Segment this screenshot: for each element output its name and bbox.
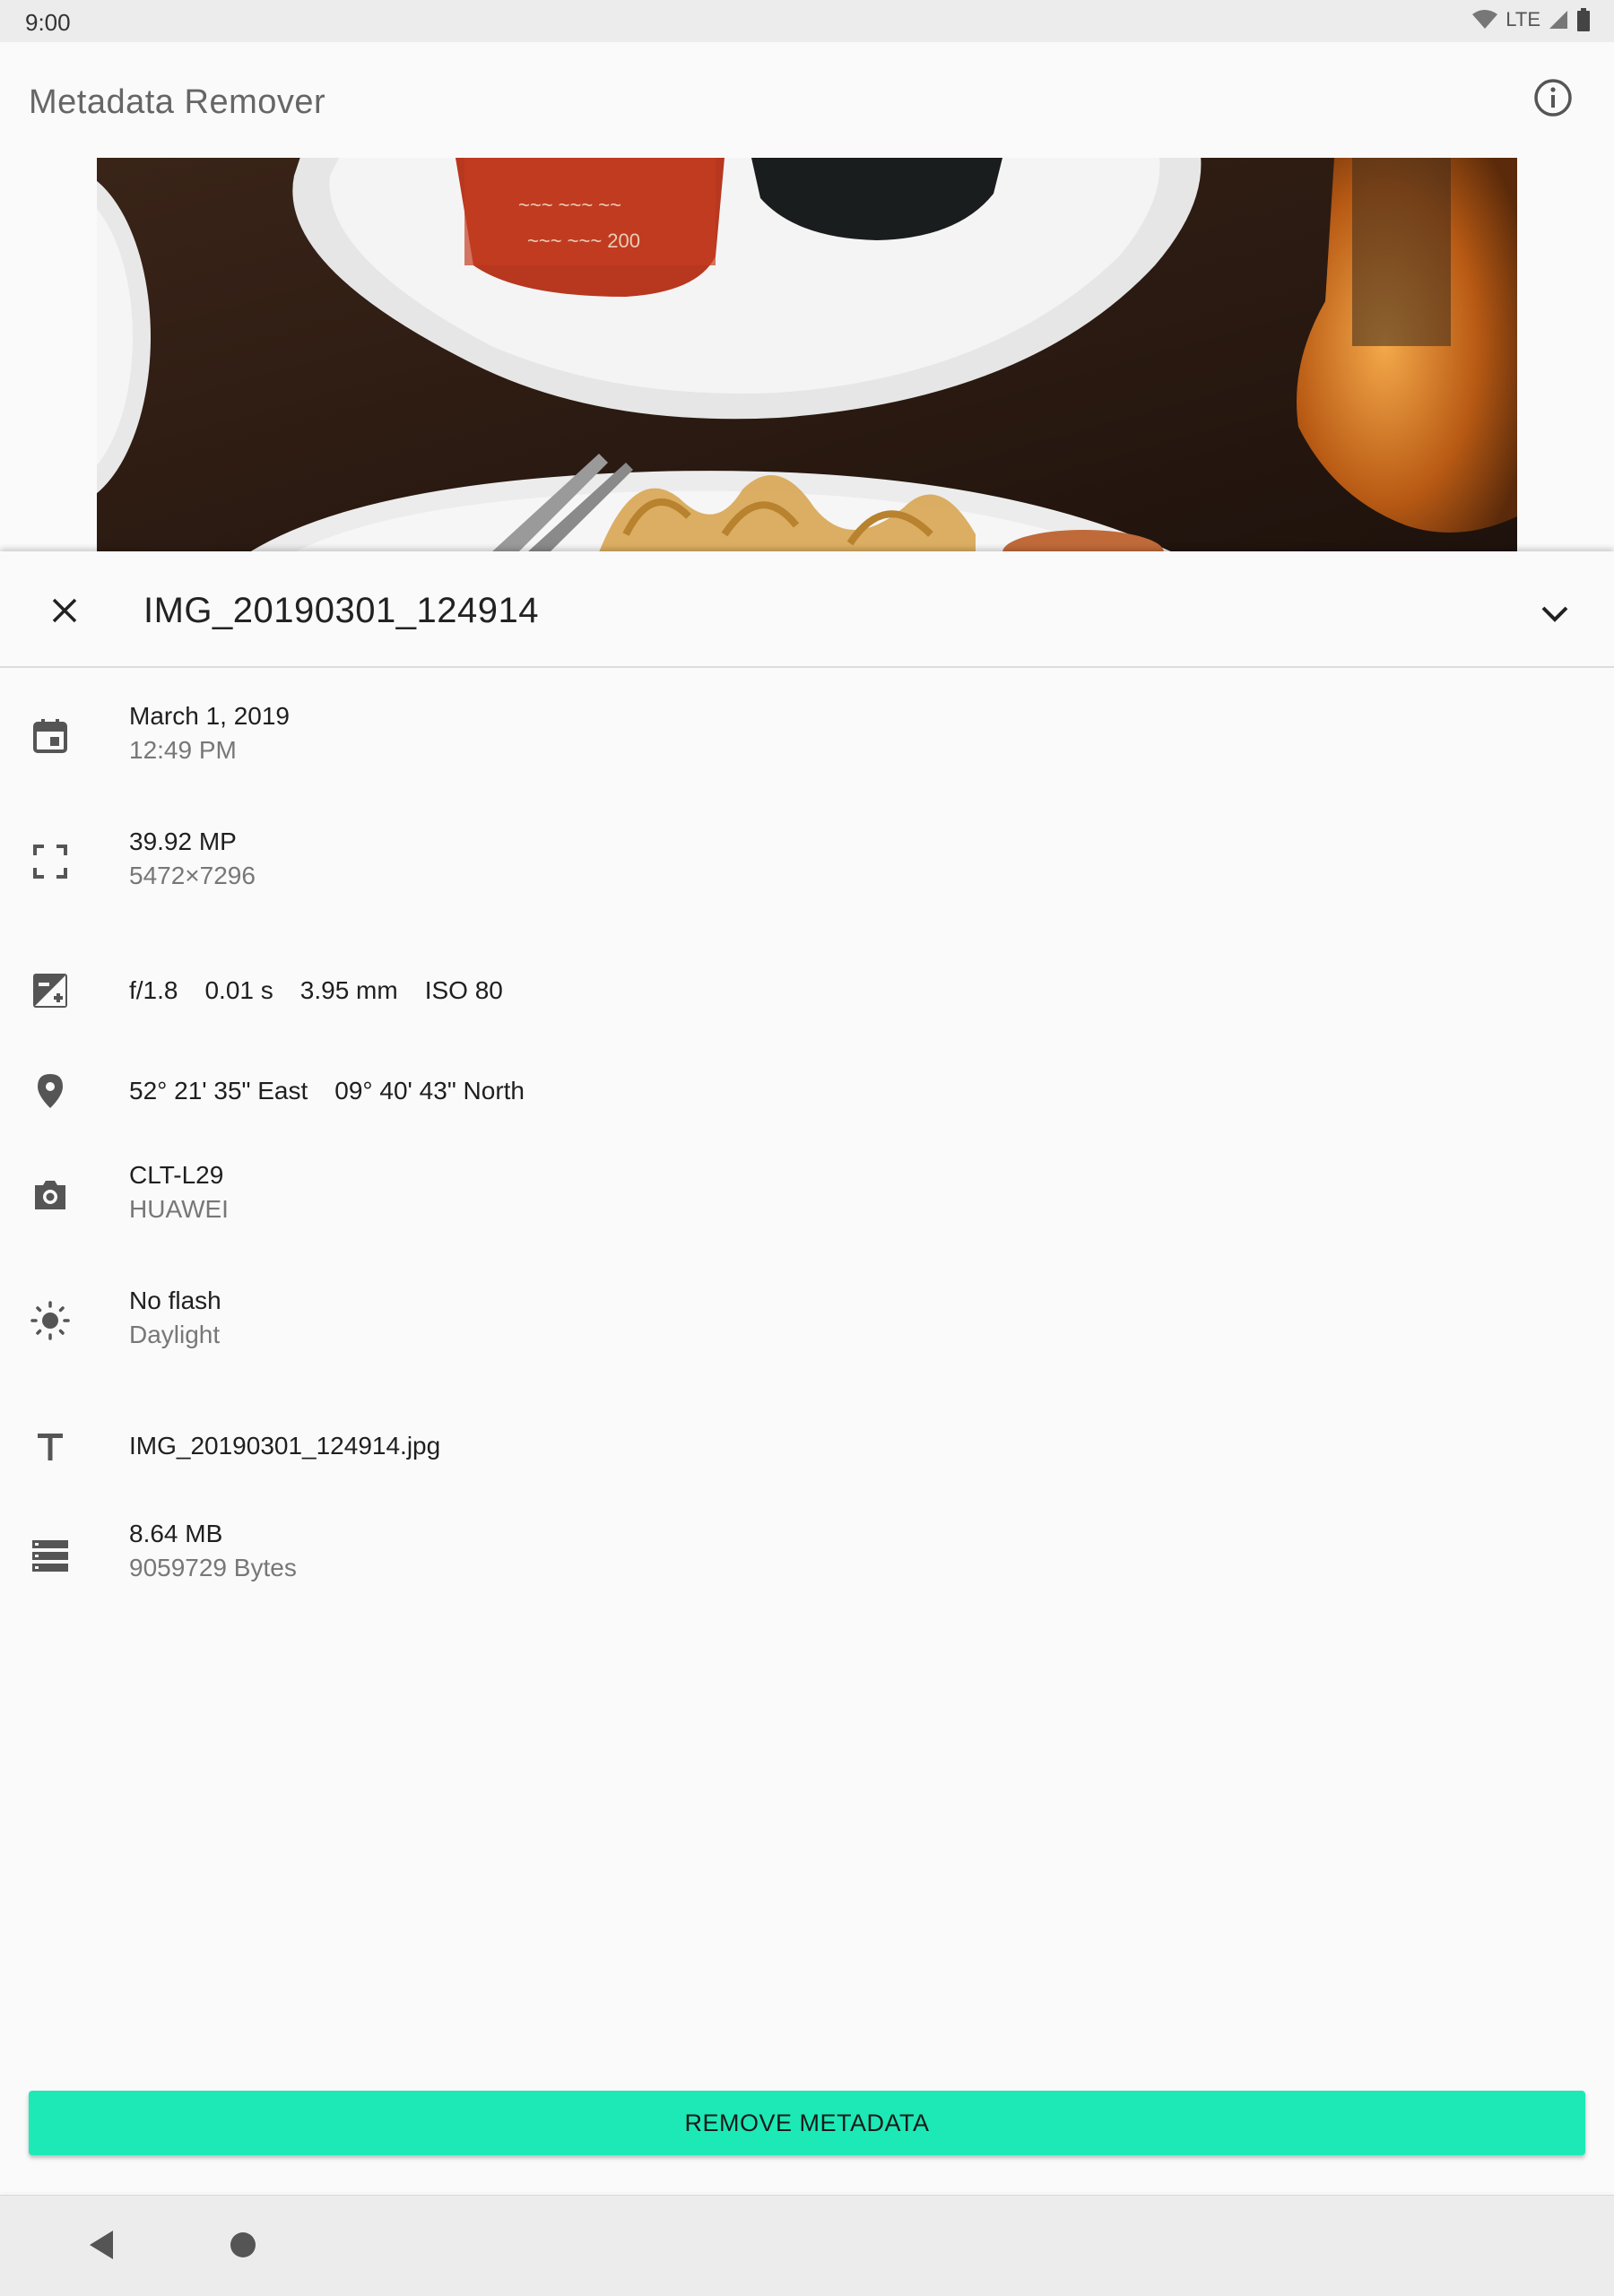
chevron-down-icon bbox=[1541, 606, 1568, 622]
status-bar: 9:00 LTE bbox=[0, 0, 1614, 42]
detail-row-resolution[interactable]: 39.92 MP 5472×7296 bbox=[0, 811, 1614, 919]
fullscreen-icon bbox=[25, 836, 75, 887]
app-bar: Metadata Remover bbox=[0, 42, 1614, 157]
megapixels-value: 39.92 MP bbox=[129, 827, 237, 855]
detail-row-exposure[interactable]: f/1.8 0.01 s 3.95 mm ISO 80 bbox=[0, 937, 1614, 1044]
detail-row-flash[interactable]: No flash Daylight bbox=[0, 1270, 1614, 1378]
latitude-value: 09° 40' 43" North bbox=[334, 1077, 525, 1105]
size-bytes-value: 9059729 Bytes bbox=[129, 1554, 297, 1581]
detail-row-camera[interactable]: CLT-L29 HUAWEI bbox=[0, 1145, 1614, 1252]
photo-preview[interactable]: ~~~ ~~~ ~~ ~~~ ~~~ 200 bbox=[97, 158, 1517, 552]
collapse-button[interactable] bbox=[1530, 589, 1580, 639]
sheet-title: IMG_20190301_124914 bbox=[143, 591, 539, 630]
close-icon bbox=[52, 598, 77, 623]
remove-metadata-button[interactable]: REMOVE METADATA bbox=[29, 2091, 1585, 2155]
status-time: 9:00 bbox=[25, 9, 71, 36]
nav-home-button[interactable] bbox=[221, 2222, 265, 2267]
home-circle-icon bbox=[230, 2232, 256, 2257]
battery-icon bbox=[1577, 8, 1590, 31]
signal-icon bbox=[1549, 11, 1567, 29]
detail-row-filename[interactable]: IMG_20190301_124914.jpg bbox=[0, 1396, 1614, 1503]
camera-icon bbox=[25, 1170, 75, 1220]
size-mb-value: 8.64 MB bbox=[129, 1520, 223, 1547]
svg-text:~~~ ~~~ ~~: ~~~ ~~~ ~~ bbox=[518, 194, 621, 216]
nav-back-button[interactable] bbox=[79, 2222, 124, 2267]
camera-make-value: HUAWEI bbox=[129, 1195, 229, 1223]
filename-value: IMG_20190301_124914.jpg bbox=[129, 1432, 441, 1460]
date-value: March 1, 2019 bbox=[129, 702, 290, 730]
time-value: 12:49 PM bbox=[129, 736, 237, 764]
back-triangle-icon bbox=[90, 2231, 113, 2259]
white-balance-value: Daylight bbox=[129, 1321, 221, 1348]
photo-image: ~~~ ~~~ ~~ ~~~ ~~~ 200 bbox=[97, 158, 1517, 552]
focal-length-value: 3.95 mm bbox=[299, 976, 398, 1004]
location-pin-icon bbox=[25, 1066, 75, 1116]
calendar-icon bbox=[25, 711, 75, 761]
svg-text:~~~ ~~~ 200: ~~~ ~~~ 200 bbox=[527, 230, 640, 252]
wifi-icon bbox=[1472, 10, 1498, 29]
storage-icon bbox=[25, 1530, 75, 1581]
iso-value: ISO 80 bbox=[424, 976, 503, 1004]
info-icon bbox=[1534, 79, 1572, 117]
exposure-values: f/1.8 0.01 s 3.95 mm ISO 80 bbox=[129, 976, 503, 1005]
sheet-header: IMG_20190301_124914 bbox=[0, 551, 1614, 668]
network-label: LTE bbox=[1506, 8, 1540, 30]
app-title: Metadata Remover bbox=[29, 83, 326, 121]
camera-model-value: CLT-L29 bbox=[129, 1161, 224, 1189]
coordinates-values: 52° 21' 35" East 09° 40' 43" North bbox=[129, 1077, 525, 1105]
aperture-value: f/1.8 bbox=[129, 976, 178, 1004]
brightness-icon bbox=[25, 1295, 75, 1346]
status-icons: LTE bbox=[1471, 8, 1591, 31]
navigation-bar bbox=[0, 2195, 1614, 2296]
detail-row-size[interactable]: 8.64 MB 9059729 Bytes bbox=[0, 1503, 1614, 1611]
text-icon bbox=[25, 1421, 75, 1471]
detail-row-location[interactable]: 52° 21' 35" East 09° 40' 43" North bbox=[0, 1037, 1614, 1145]
exposure-icon bbox=[25, 966, 75, 1016]
dimensions-value: 5472×7296 bbox=[129, 862, 256, 889]
detail-row-date[interactable]: March 1, 2019 12:49 PM bbox=[0, 686, 1614, 793]
longitude-value: 52° 21' 35" East bbox=[129, 1077, 308, 1105]
close-button[interactable] bbox=[39, 585, 90, 636]
details-sheet: IMG_20190301_124914 March 1, 2019 12:49 … bbox=[0, 551, 1614, 2192]
info-button[interactable] bbox=[1528, 73, 1578, 123]
flash-value: No flash bbox=[129, 1287, 221, 1314]
shutter-value: 0.01 s bbox=[204, 976, 273, 1004]
